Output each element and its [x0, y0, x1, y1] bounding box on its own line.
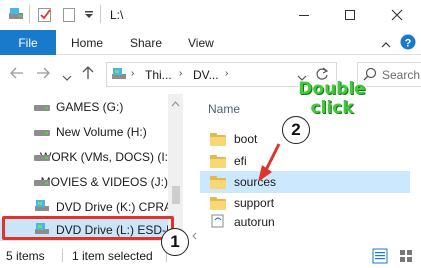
tab-view[interactable]: View — [188, 36, 214, 50]
step-badge-1: 1 — [161, 228, 189, 256]
up-arrow-icon[interactable] — [82, 66, 94, 83]
large-icons-view-icon[interactable] — [398, 248, 414, 267]
dropdown-arrow-icon[interactable] — [84, 9, 94, 23]
search-placeholder: Search — [382, 68, 421, 82]
nav-item-games[interactable]: GAMES (G:) — [0, 96, 168, 118]
maximize-icon[interactable] — [327, 0, 373, 30]
file-row-sources[interactable]: sources — [200, 171, 410, 193]
drive-icon — [34, 176, 50, 188]
window-title: L:\ — [110, 8, 124, 22]
step-badge-2: 2 — [282, 116, 310, 144]
folder-icon — [210, 196, 226, 210]
blank-page-icon[interactable] — [62, 7, 76, 26]
tab-share[interactable]: Share — [130, 36, 162, 50]
forward-arrow-icon[interactable] — [36, 66, 50, 82]
minimize-icon[interactable] — [281, 0, 327, 30]
dvd-drive-icon — [111, 67, 127, 84]
column-header-name[interactable]: Name — [208, 102, 240, 116]
breadcrumb-chevron-icon: › — [179, 68, 183, 79]
details-view-icon[interactable] — [372, 248, 388, 267]
help-icon[interactable]: ? — [400, 34, 416, 53]
title-bar: L:\ — [0, 0, 421, 30]
note-line-1: Double — [298, 79, 366, 99]
autorun-file-icon — [210, 214, 226, 231]
double-click-note: Double click — [296, 80, 368, 118]
drive-icon — [34, 101, 50, 113]
tab-file[interactable]: File — [0, 30, 56, 55]
status-item-count: 5 items — [6, 249, 45, 263]
highlight-box — [2, 216, 174, 240]
nav-item-dvd-k[interactable]: DVD Drive (K:) CPRA_X — [0, 196, 168, 218]
breadcrumb-dvd[interactable]: DV... — [193, 68, 219, 82]
drive-icon — [34, 126, 50, 138]
recent-dropdown-icon[interactable] — [62, 69, 72, 85]
checkmark-icon[interactable] — [37, 7, 53, 26]
horizontal-scrollbar[interactable] — [192, 230, 421, 242]
dvd-drive-icon — [34, 199, 50, 216]
status-selection: 1 item selected — [72, 249, 153, 263]
back-arrow-icon[interactable] — [10, 66, 24, 82]
breadcrumb-this-pc[interactable]: Thi... — [145, 68, 172, 82]
nav-scroll-thumb[interactable] — [172, 186, 180, 204]
status-bar: 5 items 1 item selected — [0, 244, 421, 268]
collapse-chevron-icon[interactable] — [381, 38, 391, 52]
nav-item-new-volume[interactable]: New Volume (H:) — [0, 121, 168, 143]
folder-icon — [210, 132, 226, 146]
note-line-2: click — [310, 98, 354, 118]
drive-app-icon — [8, 7, 24, 24]
svg-text:?: ? — [405, 38, 412, 50]
tab-home[interactable]: Home — [71, 36, 103, 50]
ribbon: File Home Share View ? — [0, 30, 421, 55]
scroll-up-icon[interactable] — [171, 96, 180, 110]
nav-item-movies[interactable]: MOVIES & VIDEOS (J:) — [0, 171, 168, 193]
nav-item-work[interactable]: WORK (VMs, DOCS) (I:) — [0, 146, 168, 168]
breadcrumb-chevron-icon: › — [225, 68, 229, 79]
breadcrumb-chevron-icon: › — [131, 68, 135, 79]
folder-icon — [210, 154, 226, 168]
folder-icon — [210, 175, 226, 189]
close-icon[interactable] — [373, 0, 421, 30]
file-row-efi[interactable]: efi — [200, 150, 410, 172]
